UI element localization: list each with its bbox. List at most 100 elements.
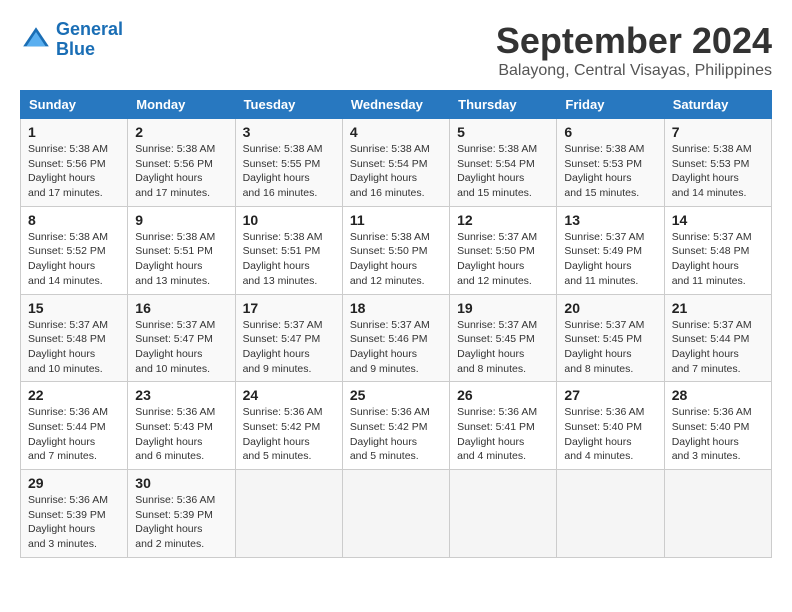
day-number: 23: [135, 387, 227, 403]
day-number: 10: [243, 212, 335, 228]
calendar-cell: 30 Sunrise: 5:36 AM Sunset: 5:39 PM Dayl…: [128, 470, 235, 558]
month-title: September 2024: [496, 20, 772, 62]
logo-icon: [20, 24, 52, 56]
day-info: Sunrise: 5:37 AM Sunset: 5:45 PM Dayligh…: [564, 318, 656, 377]
day-number: 20: [564, 300, 656, 316]
calendar-cell: 26 Sunrise: 5:36 AM Sunset: 5:41 PM Dayl…: [450, 382, 557, 470]
day-number: 2: [135, 124, 227, 140]
day-number: 1: [28, 124, 120, 140]
calendar-cell: [342, 470, 449, 558]
day-info: Sunrise: 5:38 AM Sunset: 5:53 PM Dayligh…: [672, 142, 764, 201]
day-number: 16: [135, 300, 227, 316]
location-title: Balayong, Central Visayas, Philippines: [496, 62, 772, 80]
day-number: 14: [672, 212, 764, 228]
day-info: Sunrise: 5:36 AM Sunset: 5:43 PM Dayligh…: [135, 405, 227, 464]
calendar-cell: 19 Sunrise: 5:37 AM Sunset: 5:45 PM Dayl…: [450, 294, 557, 382]
calendar-cell: [235, 470, 342, 558]
calendar-cell: 23 Sunrise: 5:36 AM Sunset: 5:43 PM Dayl…: [128, 382, 235, 470]
calendar-cell: 1 Sunrise: 5:38 AM Sunset: 5:56 PM Dayli…: [21, 119, 128, 207]
calendar-cell: 15 Sunrise: 5:37 AM Sunset: 5:48 PM Dayl…: [21, 294, 128, 382]
day-number: 29: [28, 475, 120, 491]
calendar-cell: 10 Sunrise: 5:38 AM Sunset: 5:51 PM Dayl…: [235, 206, 342, 294]
header-thursday: Thursday: [450, 91, 557, 119]
day-info: Sunrise: 5:37 AM Sunset: 5:45 PM Dayligh…: [457, 318, 549, 377]
day-info: Sunrise: 5:36 AM Sunset: 5:40 PM Dayligh…: [564, 405, 656, 464]
calendar-cell: 5 Sunrise: 5:38 AM Sunset: 5:54 PM Dayli…: [450, 119, 557, 207]
calendar-table: SundayMondayTuesdayWednesdayThursdayFrid…: [20, 90, 772, 558]
calendar-cell: 7 Sunrise: 5:38 AM Sunset: 5:53 PM Dayli…: [664, 119, 771, 207]
day-number: 3: [243, 124, 335, 140]
calendar-cell: 22 Sunrise: 5:36 AM Sunset: 5:44 PM Dayl…: [21, 382, 128, 470]
day-info: Sunrise: 5:37 AM Sunset: 5:48 PM Dayligh…: [672, 230, 764, 289]
calendar-cell: 12 Sunrise: 5:37 AM Sunset: 5:50 PM Dayl…: [450, 206, 557, 294]
calendar-cell: [450, 470, 557, 558]
day-info: Sunrise: 5:38 AM Sunset: 5:56 PM Dayligh…: [135, 142, 227, 201]
calendar-cell: 20 Sunrise: 5:37 AM Sunset: 5:45 PM Dayl…: [557, 294, 664, 382]
calendar-cell: 13 Sunrise: 5:37 AM Sunset: 5:49 PM Dayl…: [557, 206, 664, 294]
day-number: 15: [28, 300, 120, 316]
header-monday: Monday: [128, 91, 235, 119]
day-number: 22: [28, 387, 120, 403]
calendar-cell: 24 Sunrise: 5:36 AM Sunset: 5:42 PM Dayl…: [235, 382, 342, 470]
page-header: General Blue September 2024 Balayong, Ce…: [20, 20, 772, 80]
calendar-cell: 9 Sunrise: 5:38 AM Sunset: 5:51 PM Dayli…: [128, 206, 235, 294]
calendar-cell: [557, 470, 664, 558]
calendar-cell: 16 Sunrise: 5:37 AM Sunset: 5:47 PM Dayl…: [128, 294, 235, 382]
day-number: 21: [672, 300, 764, 316]
header-sunday: Sunday: [21, 91, 128, 119]
day-number: 27: [564, 387, 656, 403]
day-info: Sunrise: 5:37 AM Sunset: 5:49 PM Dayligh…: [564, 230, 656, 289]
day-number: 7: [672, 124, 764, 140]
day-info: Sunrise: 5:36 AM Sunset: 5:40 PM Dayligh…: [672, 405, 764, 464]
day-number: 9: [135, 212, 227, 228]
calendar-week-4: 22 Sunrise: 5:36 AM Sunset: 5:44 PM Dayl…: [21, 382, 772, 470]
day-info: Sunrise: 5:38 AM Sunset: 5:54 PM Dayligh…: [350, 142, 442, 201]
calendar-cell: 25 Sunrise: 5:36 AM Sunset: 5:42 PM Dayl…: [342, 382, 449, 470]
day-number: 12: [457, 212, 549, 228]
day-info: Sunrise: 5:37 AM Sunset: 5:44 PM Dayligh…: [672, 318, 764, 377]
day-info: Sunrise: 5:38 AM Sunset: 5:55 PM Dayligh…: [243, 142, 335, 201]
title-section: September 2024 Balayong, Central Visayas…: [496, 20, 772, 80]
day-info: Sunrise: 5:37 AM Sunset: 5:47 PM Dayligh…: [135, 318, 227, 377]
day-number: 24: [243, 387, 335, 403]
day-number: 13: [564, 212, 656, 228]
calendar-cell: 27 Sunrise: 5:36 AM Sunset: 5:40 PM Dayl…: [557, 382, 664, 470]
calendar-week-1: 1 Sunrise: 5:38 AM Sunset: 5:56 PM Dayli…: [21, 119, 772, 207]
day-info: Sunrise: 5:38 AM Sunset: 5:51 PM Dayligh…: [243, 230, 335, 289]
day-number: 4: [350, 124, 442, 140]
day-info: Sunrise: 5:38 AM Sunset: 5:54 PM Dayligh…: [457, 142, 549, 201]
calendar-cell: 8 Sunrise: 5:38 AM Sunset: 5:52 PM Dayli…: [21, 206, 128, 294]
calendar-cell: 21 Sunrise: 5:37 AM Sunset: 5:44 PM Dayl…: [664, 294, 771, 382]
day-number: 25: [350, 387, 442, 403]
logo-blue: Blue: [56, 39, 95, 59]
day-info: Sunrise: 5:36 AM Sunset: 5:42 PM Dayligh…: [350, 405, 442, 464]
day-number: 5: [457, 124, 549, 140]
day-number: 28: [672, 387, 764, 403]
day-info: Sunrise: 5:37 AM Sunset: 5:50 PM Dayligh…: [457, 230, 549, 289]
day-info: Sunrise: 5:36 AM Sunset: 5:44 PM Dayligh…: [28, 405, 120, 464]
day-info: Sunrise: 5:38 AM Sunset: 5:56 PM Dayligh…: [28, 142, 120, 201]
calendar-cell: 18 Sunrise: 5:37 AM Sunset: 5:46 PM Dayl…: [342, 294, 449, 382]
day-info: Sunrise: 5:38 AM Sunset: 5:53 PM Dayligh…: [564, 142, 656, 201]
day-info: Sunrise: 5:38 AM Sunset: 5:50 PM Dayligh…: [350, 230, 442, 289]
day-number: 18: [350, 300, 442, 316]
header-wednesday: Wednesday: [342, 91, 449, 119]
calendar-cell: 4 Sunrise: 5:38 AM Sunset: 5:54 PM Dayli…: [342, 119, 449, 207]
day-number: 11: [350, 212, 442, 228]
calendar-week-2: 8 Sunrise: 5:38 AM Sunset: 5:52 PM Dayli…: [21, 206, 772, 294]
header-tuesday: Tuesday: [235, 91, 342, 119]
day-info: Sunrise: 5:38 AM Sunset: 5:52 PM Dayligh…: [28, 230, 120, 289]
day-info: Sunrise: 5:36 AM Sunset: 5:42 PM Dayligh…: [243, 405, 335, 464]
calendar-cell: 11 Sunrise: 5:38 AM Sunset: 5:50 PM Dayl…: [342, 206, 449, 294]
logo-general: General: [56, 19, 123, 39]
day-number: 6: [564, 124, 656, 140]
calendar-cell: 29 Sunrise: 5:36 AM Sunset: 5:39 PM Dayl…: [21, 470, 128, 558]
calendar-cell: 14 Sunrise: 5:37 AM Sunset: 5:48 PM Dayl…: [664, 206, 771, 294]
header-friday: Friday: [557, 91, 664, 119]
day-number: 17: [243, 300, 335, 316]
day-number: 19: [457, 300, 549, 316]
day-number: 26: [457, 387, 549, 403]
day-info: Sunrise: 5:37 AM Sunset: 5:48 PM Dayligh…: [28, 318, 120, 377]
day-info: Sunrise: 5:37 AM Sunset: 5:47 PM Dayligh…: [243, 318, 335, 377]
header-saturday: Saturday: [664, 91, 771, 119]
